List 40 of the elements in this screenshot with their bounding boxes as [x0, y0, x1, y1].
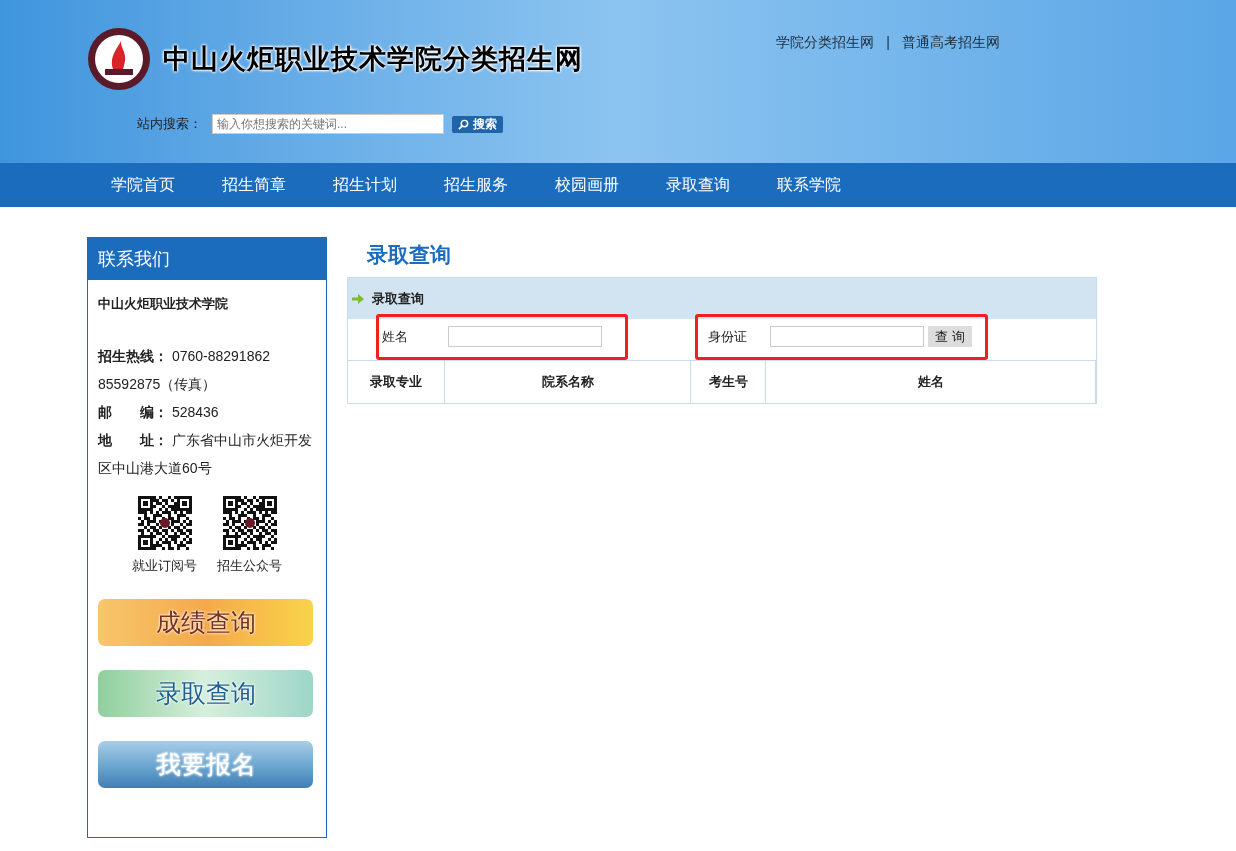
- text-field[interactable]: [448, 326, 602, 347]
- column-header: 院系名称: [445, 361, 691, 403]
- nav-item[interactable]: 录取查询: [666, 173, 730, 197]
- contact-line: 邮 编： 528436: [98, 402, 220, 422]
- link-banner[interactable]: 录取查询: [98, 670, 313, 717]
- top-link[interactable]: 学院分类招生网: [776, 31, 875, 53]
- qr-code-icon: [222, 495, 277, 550]
- page-title: 录取查询: [366, 242, 452, 268]
- column-header: 姓名: [766, 361, 1096, 403]
- nav-item[interactable]: 学院首页: [111, 173, 175, 197]
- contact-line: 招生热线： 0760-88291862: [98, 346, 271, 366]
- nav-item[interactable]: 招生服务: [444, 173, 508, 197]
- site-title: 中山火炬职业技术学院分类招生网: [163, 42, 583, 76]
- field-label: 身份证: [708, 327, 748, 346]
- search-label: 站内搜索：: [137, 115, 202, 134]
- contact-line: 85592875（传真）: [98, 374, 218, 394]
- sidebar-title: 联系我们: [88, 238, 326, 280]
- top-link[interactable]: 普通高考招生网: [902, 31, 1000, 53]
- nav-item[interactable]: 招生简章: [222, 173, 286, 197]
- field-label: 姓名: [382, 327, 409, 346]
- school-name: 中山火炬职业技术学院: [98, 295, 229, 313]
- column-header: 录取专业: [348, 361, 445, 403]
- search-field[interactable]: 输入你想搜索的关键词...: [212, 114, 444, 134]
- link-separator: |: [886, 32, 890, 52]
- search-button[interactable]: 搜索: [452, 115, 503, 133]
- column-header: 考生号: [691, 361, 766, 403]
- qr-code-icon: [137, 495, 192, 550]
- text-field[interactable]: [770, 326, 924, 347]
- query-button[interactable]: 查 询: [928, 326, 972, 347]
- college-logo-icon: [87, 27, 151, 91]
- nav-item[interactable]: 招生计划: [333, 173, 397, 197]
- panel-title: 录取查询: [372, 289, 424, 308]
- link-banner[interactable]: 成绩查询: [98, 599, 313, 646]
- qr-caption: 就业订阅号: [132, 556, 197, 575]
- search-icon: [458, 118, 469, 130]
- contact-line: 地 址： 广东省中山市火炬开发区中山港大道60号: [98, 430, 313, 478]
- nav-item[interactable]: 联系学院: [777, 173, 841, 197]
- qr-caption: 招生公众号: [217, 556, 282, 575]
- nav-item[interactable]: 校园画册: [555, 173, 619, 197]
- arrow-right-icon: [352, 293, 364, 304]
